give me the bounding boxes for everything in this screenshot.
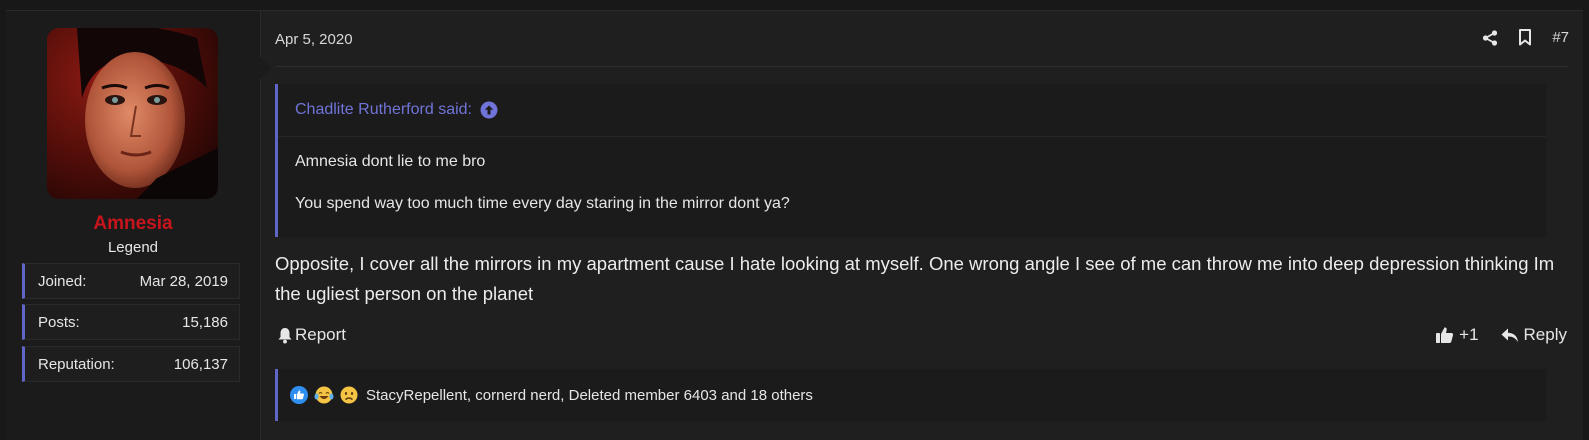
quote-author[interactable]: Chadlite Rutherford said:: [295, 101, 472, 119]
arrow-up-circle-icon[interactable]: [480, 101, 498, 119]
header-divider: [275, 66, 1569, 67]
username[interactable]: Amnesia: [6, 213, 260, 235]
avatar[interactable]: [47, 28, 218, 199]
stat-label: Posts:: [38, 314, 80, 331]
reply-arrow-icon: [1501, 328, 1519, 343]
stat-joined: Joined: Mar 28, 2019: [22, 263, 240, 299]
forum-post: Amnesia Legend Joined: Mar 28, 2019 Post…: [6, 10, 1583, 440]
quote-block: Chadlite Rutherford said: Amnesia dont l…: [275, 84, 1546, 237]
reaction-users[interactable]: StacyRepellent, cornerd nerd, Deleted me…: [366, 387, 813, 404]
stat-posts: Posts: 15,186: [22, 304, 240, 340]
like-reaction-icon[interactable]: [290, 386, 308, 404]
post-message: Opposite, I cover all the mirrors in my …: [275, 253, 1555, 304]
like-count: +1: [1459, 325, 1479, 344]
stat-value: 15,186: [182, 314, 228, 331]
reply-label: Reply: [1523, 325, 1567, 344]
post-header-actions: #7: [1462, 29, 1569, 46]
quote-line: You spend way too much time every day st…: [295, 195, 790, 212]
bookmark-icon[interactable]: [1518, 29, 1532, 46]
sad-reaction-icon[interactable]: [340, 386, 358, 404]
report-button[interactable]: Report: [277, 325, 346, 345]
stat-label: Joined:: [38, 273, 87, 290]
post-date[interactable]: Apr 5, 2020: [275, 31, 353, 48]
quote-line: Amnesia dont lie to me bro: [295, 153, 486, 170]
laugh-cry-reaction-icon[interactable]: [314, 386, 334, 404]
user-info-panel: Amnesia Legend Joined: Mar 28, 2019 Post…: [6, 11, 271, 440]
like-button[interactable]: +1: [1435, 325, 1479, 345]
post-footer-actions: +1 Reply: [1413, 325, 1567, 345]
stat-value: Mar 28, 2019: [139, 273, 228, 290]
bell-icon: [277, 327, 293, 344]
reply-button[interactable]: Reply: [1501, 325, 1567, 345]
quote-body: Amnesia dont lie to me bro You spend way…: [278, 137, 1546, 213]
user-title: Legend: [107, 239, 159, 256]
stat-value: 106,137: [173, 356, 228, 373]
stat-label: Reputation:: [38, 356, 115, 373]
reactions-bar[interactable]: StacyRepellent, cornerd nerd, Deleted me…: [275, 369, 1546, 421]
thumbs-up-icon: [1435, 326, 1454, 344]
stat-reputation: Reputation: 106,137: [22, 346, 240, 382]
share-icon[interactable]: [1482, 29, 1498, 46]
post-number[interactable]: #7: [1552, 29, 1569, 46]
quote-header[interactable]: Chadlite Rutherford said:: [278, 84, 1546, 137]
report-label: Report: [295, 325, 347, 344]
